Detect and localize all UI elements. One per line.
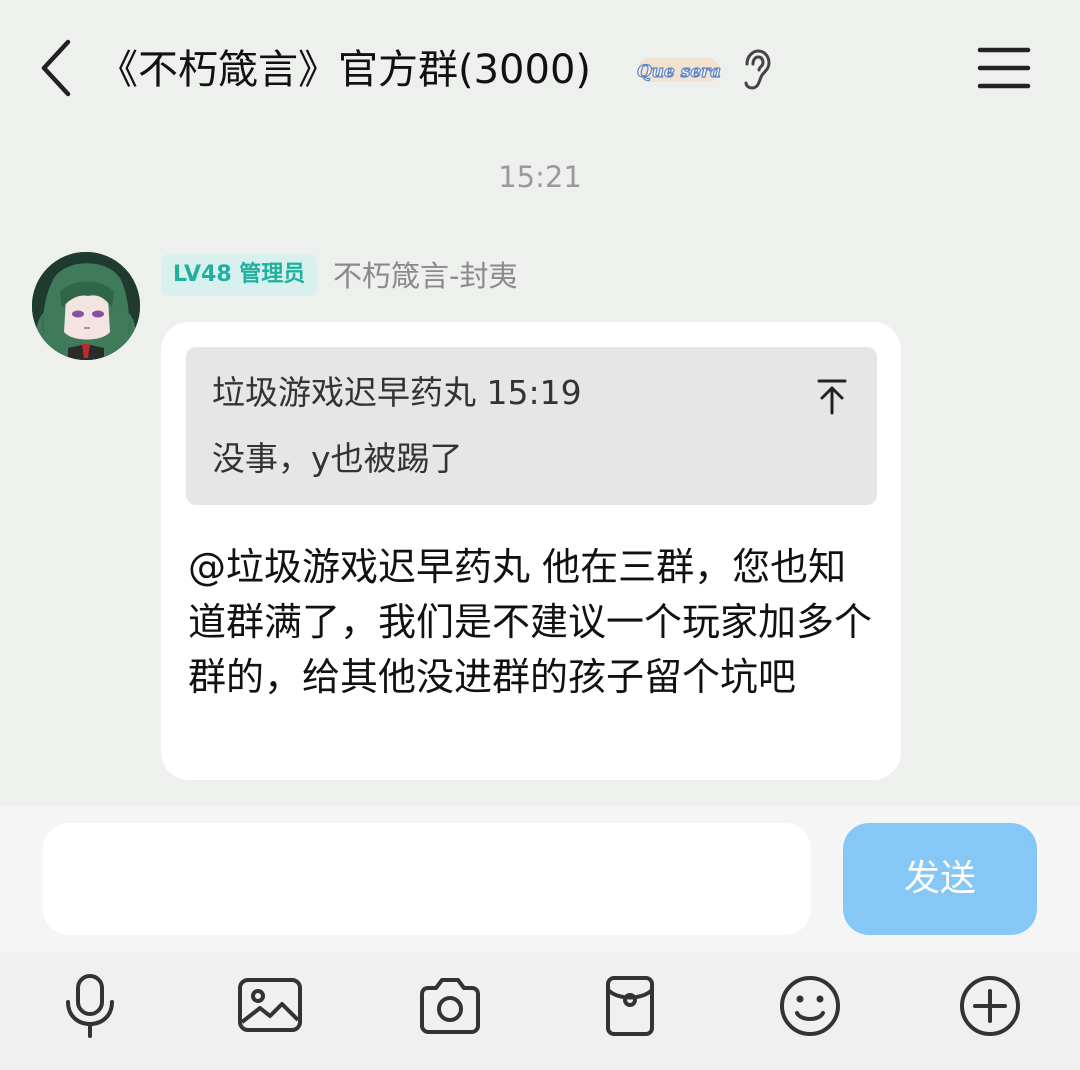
badge-text: Que sera — [637, 62, 721, 82]
time-divider: 15:21 — [498, 160, 582, 194]
jump-to-original-icon[interactable] — [814, 377, 850, 417]
chat-header: 《不朽箴言》官方群(3000) Que sera — [0, 0, 1080, 140]
sender-name[interactable]: 不朽箴言-封夷 — [333, 256, 517, 296]
quote-text: 没事，y也被踢了 — [212, 439, 463, 478]
input-toolbar — [0, 952, 1080, 1070]
avatar[interactable] — [32, 252, 140, 360]
level-badge: LV48 管理员 — [161, 254, 318, 296]
que-sera-badge-icon: Que sera — [636, 52, 722, 88]
group-title[interactable]: 《不朽箴言》官方群(3000) — [98, 38, 591, 102]
ear-icon[interactable] — [738, 48, 774, 92]
quoted-message[interactable]: 垃圾游戏迟早药丸 15:19 没事，y也被踢了 — [186, 347, 877, 505]
send-button[interactable]: 发送 — [843, 823, 1037, 935]
composer-bar: 发送 — [0, 806, 1080, 952]
quote-header: 垃圾游戏迟早药丸 15:19 — [212, 373, 582, 412]
message-text: @垃圾游戏迟早药丸 他在三群，您也知道群满了，我们是不建议一个玩家加多个群的，给… — [188, 540, 878, 705]
message-bubble[interactable]: 垃圾游戏迟早药丸 15:19 没事，y也被踢了 @垃圾游戏迟早药丸 他在三群，您… — [161, 322, 901, 780]
red-packet-icon[interactable] — [594, 970, 666, 1042]
hamburger-icon — [977, 47, 1031, 89]
emoji-icon[interactable] — [774, 970, 846, 1042]
image-icon[interactable] — [234, 970, 306, 1042]
plus-icon[interactable] — [954, 970, 1026, 1042]
camera-icon[interactable] — [414, 970, 486, 1042]
microphone-icon[interactable] — [54, 970, 126, 1042]
message-input[interactable] — [43, 823, 811, 935]
menu-button[interactable] — [972, 40, 1036, 96]
mention[interactable]: @垃圾游戏迟早药丸 — [188, 545, 530, 589]
chevron-left-icon — [41, 39, 71, 97]
back-button[interactable] — [28, 36, 84, 100]
